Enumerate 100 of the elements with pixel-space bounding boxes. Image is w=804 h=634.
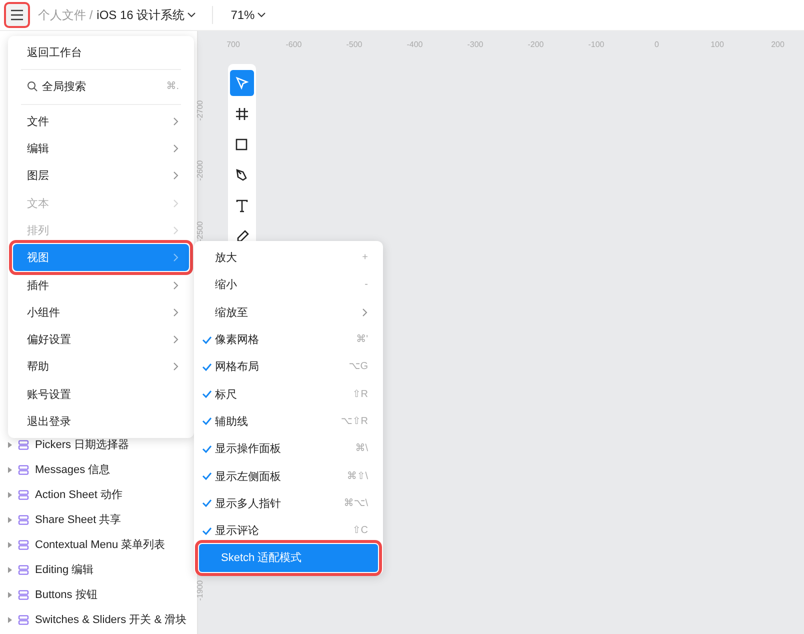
ruler-label: 0	[654, 39, 660, 51]
checkmark-icon	[202, 499, 212, 508]
menu-item[interactable]: 图层	[13, 162, 189, 190]
shortcut-label: +	[362, 252, 368, 264]
menu-item[interactable]: 显示多人指针 ⌘⌥\	[199, 490, 378, 517]
checkmark-icon	[202, 336, 212, 344]
section-icon	[18, 614, 29, 624]
menu-item[interactable]: 视图	[13, 244, 189, 272]
checkmark-icon	[202, 472, 212, 480]
pen-icon	[235, 168, 249, 182]
chevron-right-icon	[173, 144, 179, 154]
expand-triangle-icon	[8, 492, 12, 498]
layer-row[interactable]: Buttons 按钮	[0, 582, 197, 607]
menu-item[interactable]: 像素网格 ⌘'	[199, 326, 378, 354]
zoom-dropdown[interactable]: 71%	[226, 8, 266, 22]
ruler-label: -500	[345, 39, 364, 51]
layer-name: Switches & Sliders 开关 & 滑块	[35, 612, 187, 627]
ruler-label: -400	[406, 39, 424, 51]
menu-item[interactable]: 偏好设置	[13, 326, 189, 354]
ruler-label: 200	[770, 39, 786, 51]
chevron-right-icon	[173, 116, 179, 126]
expand-triangle-icon	[8, 616, 12, 622]
expand-triangle-icon	[8, 542, 12, 548]
checkmark-icon	[202, 362, 212, 371]
menu-item[interactable]: 小组件	[13, 298, 189, 326]
menu-item[interactable]: 显示评论 ⇧C	[199, 516, 378, 544]
menu-item[interactable]: 插件	[13, 271, 189, 299]
file-name-dropdown[interactable]: iOS 16 设计系统	[92, 6, 196, 24]
chevron-right-icon	[173, 171, 179, 180]
checkmark-icon	[202, 444, 212, 453]
ruler-label: 100	[710, 39, 725, 51]
chevron-right-icon	[173, 253, 179, 262]
layer-name: Share Sheet 共享	[35, 512, 122, 527]
menu-item[interactable]: 放大 +	[199, 244, 378, 272]
ruler-label: -600	[284, 39, 303, 51]
ruler-label: -2700	[196, 100, 205, 121]
menu-item[interactable]: 帮助	[13, 353, 189, 381]
shortcut-label: ⌘.	[166, 81, 179, 92]
menu-item[interactable]: 编辑	[13, 134, 189, 162]
expand-triangle-icon	[8, 592, 12, 598]
chevron-right-icon	[173, 362, 179, 372]
ruler-label: 700	[226, 39, 241, 51]
checkmark-icon	[202, 417, 212, 426]
chevron-right-icon	[173, 226, 179, 235]
chevron-down-icon	[256, 12, 266, 18]
menu-item[interactable]: 缩小 -	[199, 271, 378, 299]
section-icon	[18, 564, 29, 574]
rectangle-icon	[235, 138, 249, 152]
menu-item[interactable]: 显示操作面板 ⌘\	[199, 435, 378, 462]
menu-item[interactable]: 账号设置	[13, 380, 189, 408]
menu-item[interactable]: 辅助线 ⌥⇧R	[199, 408, 378, 436]
layer-name: Contextual Menu 菜单列表	[35, 538, 166, 552]
expand-triangle-icon	[8, 566, 12, 572]
menu-item[interactable]: 返回工作台	[13, 39, 189, 66]
layer-row[interactable]: Editing 编辑	[0, 557, 197, 582]
menu-icon	[10, 9, 24, 21]
menu-item[interactable]: 标尺 ⇧R	[199, 380, 378, 408]
section-icon	[18, 490, 29, 500]
chevron-right-icon	[173, 198, 179, 208]
section-icon	[18, 440, 29, 450]
chevron-right-icon	[173, 280, 179, 290]
shortcut-label: ⌘⇧\	[346, 470, 368, 482]
menu-item[interactable]: Sketch 适配模式	[199, 544, 378, 572]
menu-item[interactable]: 缩放至	[199, 298, 378, 326]
checkmark-icon	[202, 390, 212, 398]
checkmark-icon	[202, 526, 212, 535]
chevron-right-icon	[173, 308, 179, 317]
ruler-label: -2500	[196, 221, 205, 242]
layer-row[interactable]: Contextual Menu 菜单列表	[0, 532, 197, 557]
expand-triangle-icon	[8, 466, 12, 472]
layer-name: Action Sheet 动作	[35, 488, 122, 502]
search-icon	[27, 81, 38, 92]
layer-row[interactable]: Messages 信息	[0, 457, 197, 482]
menu-item[interactable]: 显示左侧面板 ⌘⇧\	[199, 462, 378, 490]
ruler-label: -200	[526, 39, 545, 51]
menu-item[interactable]: 全局搜索 ⌘.	[13, 73, 189, 101]
menu-item[interactable]: 文件	[13, 108, 189, 135]
shortcut-label: ⌥G	[348, 361, 368, 372]
shortcut-label: ⌥⇧R	[340, 416, 368, 427]
ruler-label: -300	[466, 39, 484, 51]
layer-name: Buttons 按钮	[35, 588, 98, 602]
shortcut-label: ⇧C	[352, 525, 368, 536]
layer-name: Editing 编辑	[35, 563, 94, 577]
layer-row[interactable]: Switches & Sliders 开关 & 滑块	[0, 607, 197, 632]
pointer-icon	[235, 76, 249, 90]
ruler-label: -100	[587, 39, 606, 51]
shortcut-label: ⇧R	[352, 388, 368, 400]
menu-button[interactable]	[4, 2, 30, 28]
ruler-label: -1900	[196, 580, 205, 601]
chevron-down-icon	[186, 12, 196, 18]
shortcut-label: -	[364, 279, 368, 290]
section-icon	[18, 514, 29, 524]
shortcut-label: ⌘\	[355, 443, 368, 454]
layer-row[interactable]: Share Sheet 共享	[0, 507, 197, 532]
expand-triangle-icon	[8, 516, 12, 522]
text-icon	[235, 199, 249, 214]
menu-item[interactable]: 网格布局 ⌥G	[199, 353, 378, 380]
ruler-label: -2600	[196, 160, 205, 181]
layer-row[interactable]: Action Sheet 动作	[0, 482, 197, 507]
chevron-right-icon	[173, 335, 179, 344]
